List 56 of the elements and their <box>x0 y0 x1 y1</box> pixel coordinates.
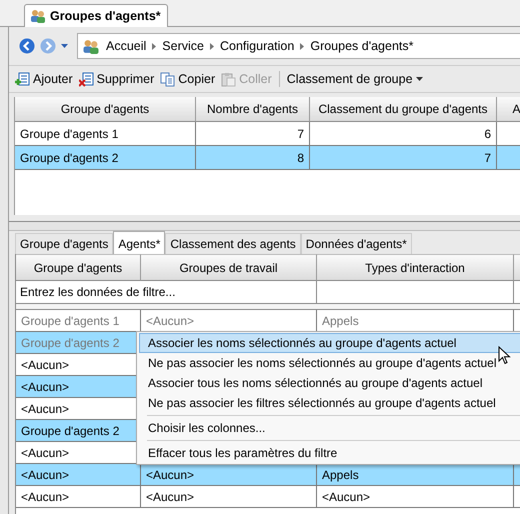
paste-icon <box>221 72 236 86</box>
chevron-icon <box>152 42 156 50</box>
people-icon <box>82 38 100 54</box>
dropdown-button[interactable]: Classement de groupe <box>284 72 426 86</box>
splitter-bar[interactable] <box>9 221 520 231</box>
table-cell: Groupe d'agents 1 <box>16 310 141 332</box>
column-header[interactable]: Classement du groupe d'agents <box>310 97 497 122</box>
column-header[interactable]: Groupes de travail <box>141 254 317 281</box>
tab[interactable]: Agents* <box>113 231 166 255</box>
table-cell: 8 <box>196 146 310 170</box>
tab-title: Groupes d'agents* <box>50 9 161 23</box>
menu-item[interactable]: Effacer tous les paramètres du filtre <box>139 443 520 463</box>
caret-icon[interactable] <box>61 44 68 48</box>
breadcrumb-link[interactable]: Configuration <box>220 39 294 53</box>
tab[interactable]: Données d'agents* <box>300 233 412 254</box>
column-header[interactable]: Groupe d'agents <box>15 97 196 122</box>
chevron-icon <box>210 42 214 50</box>
delete-icon <box>78 72 94 86</box>
address-bar[interactable]: Accueil Service Configuration Groupes d'agents* <box>77 33 520 59</box>
toolbar-button[interactable]: Supprimer <box>76 72 158 86</box>
copy-icon <box>160 72 176 86</box>
caret-icon <box>416 77 423 81</box>
add-icon <box>15 72 30 86</box>
toolbar-button[interactable]: Copier <box>157 72 218 86</box>
table-cell: Appels <box>317 464 514 486</box>
breadcrumb-link[interactable]: Accueil <box>106 39 146 53</box>
column-header[interactable]: Groupe d'agents <box>16 254 141 281</box>
table-cell: <Aucun> <box>317 486 514 508</box>
table-cell: <Aucun> <box>141 486 317 508</box>
table-cell: <Aucun> <box>16 486 141 508</box>
menu-item[interactable]: Choisir les colonnes... <box>139 418 520 438</box>
chevron-icon <box>300 42 304 50</box>
table-cell: Groupe d'agents 1 <box>15 122 196 146</box>
menu-item[interactable]: Ne pas associer les noms sélectionnés au groupe d'agents actuel <box>139 353 520 373</box>
table-cell: Groupe d'agents 2 <box>15 146 196 170</box>
column-header[interactable]: Nombre d'agents <box>196 97 310 122</box>
tab[interactable]: Groupe d'agents <box>15 233 114 254</box>
toolbar-button[interactable]: Ajouter <box>12 72 76 86</box>
column-header[interactable]: Types d'interaction <box>317 254 514 281</box>
menu-item[interactable]: Associer les noms sélectionnés au groupe d'agents actuel <box>139 333 520 353</box>
table-cell: 7 <box>196 122 310 146</box>
menu-item[interactable]: Ne pas associer les filtres sélectionnés au groupe d'agents actuel <box>139 393 520 413</box>
forward-icon[interactable] <box>40 38 56 54</box>
table-cell: <Aucun> <box>16 464 141 486</box>
column-header[interactable]: A <box>497 97 520 122</box>
table-cell: 7 <box>310 146 497 170</box>
breadcrumb-link[interactable]: Service <box>162 39 204 53</box>
menu-item[interactable]: Associer tous les noms sélectionnés au groupe d'agents actuel <box>139 373 520 393</box>
breadcrumb-link[interactable]: Groupes d'agents* <box>310 39 414 53</box>
table-cell: 6 <box>310 122 497 146</box>
tab[interactable]: Classement des agents <box>165 233 301 254</box>
people-icon <box>30 9 46 23</box>
cursor-icon <box>498 346 511 365</box>
back-icon[interactable] <box>19 38 35 54</box>
document-tab[interactable]: Groupes d'agents* <box>24 4 168 27</box>
table-cell: <Aucun> <box>141 464 317 486</box>
